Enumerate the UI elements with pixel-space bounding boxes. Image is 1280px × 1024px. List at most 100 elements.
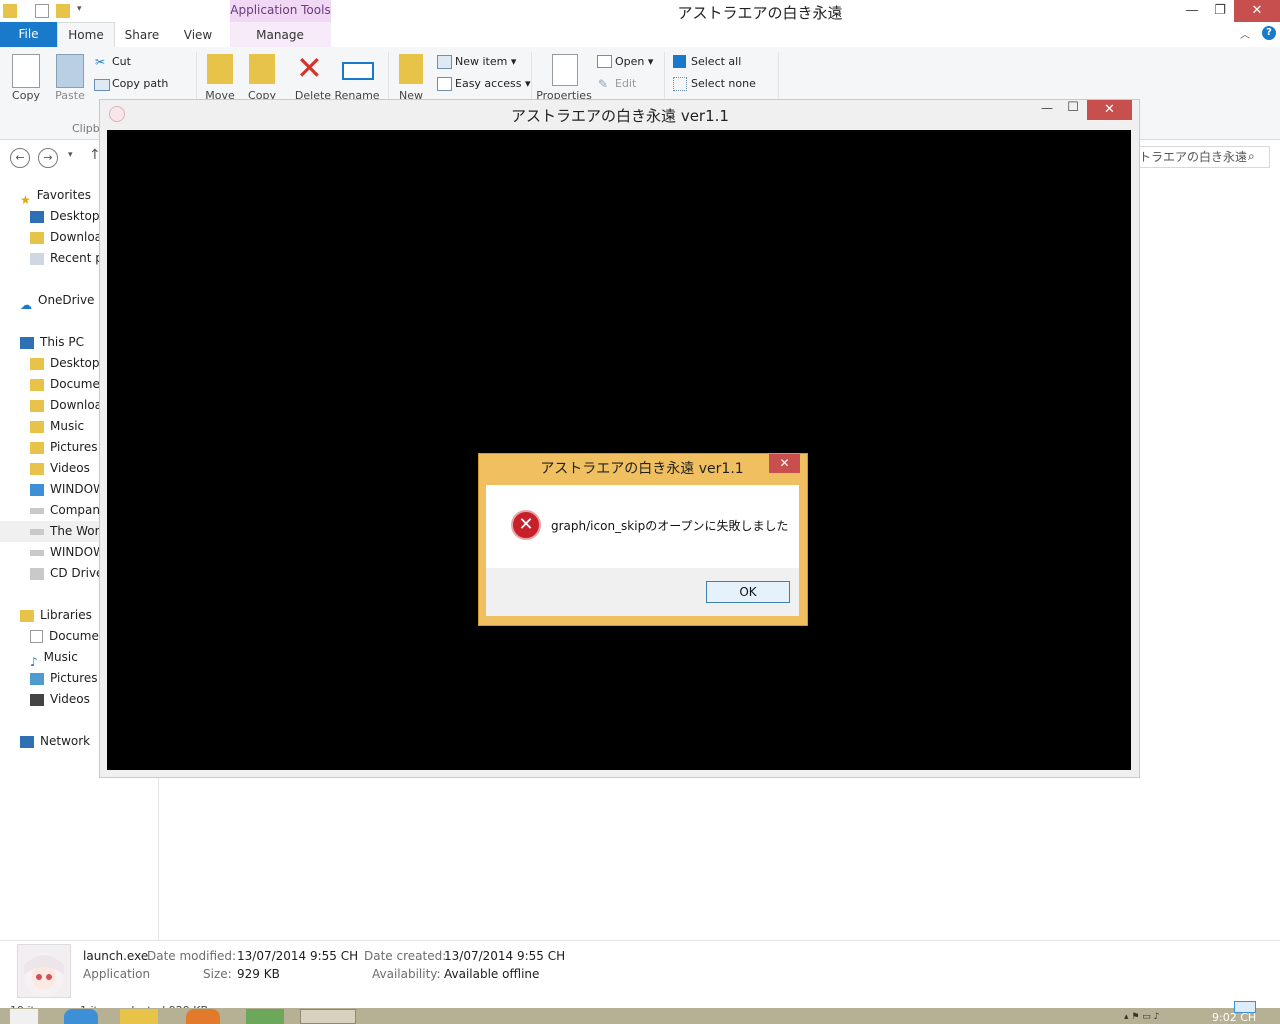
paste-icon: [56, 54, 84, 88]
show-desktop-icon[interactable]: [1234, 1001, 1256, 1013]
date-modified-value: 13/07/2014 9:55 CH: [237, 949, 359, 963]
select-all-button[interactable]: Select all: [691, 55, 741, 68]
explorer-taskbar-icon[interactable]: [120, 1009, 158, 1024]
documents-icon: [30, 630, 43, 643]
size-label: Size:: [203, 967, 232, 981]
film-icon: [30, 693, 44, 706]
star-icon: ★: [20, 192, 31, 207]
forward-icon[interactable]: →: [38, 148, 58, 168]
drive-icon: [30, 549, 44, 556]
file-name: launch.exe: [83, 949, 149, 963]
game-canvas[interactable]: [107, 130, 1131, 770]
recent-locations-icon[interactable]: ▾: [68, 150, 73, 160]
select-all-icon: [673, 55, 686, 68]
file-thumbnail: [17, 944, 71, 998]
music-note-icon: ♪: [30, 654, 38, 669]
move-to-icon: [207, 54, 233, 84]
explorer-restore-button[interactable]: ❐: [1206, 0, 1234, 22]
date-modified-label: Date modified:: [147, 949, 237, 963]
tab-file[interactable]: File: [0, 22, 57, 47]
downloads-folder-icon: [30, 399, 44, 412]
back-icon[interactable]: ←: [10, 148, 30, 168]
game-close-button[interactable]: ✕: [1087, 100, 1132, 120]
availability-label: Availability:: [372, 967, 441, 981]
libraries-icon: [20, 609, 34, 622]
explorer-minimize-button[interactable]: —: [1178, 0, 1206, 22]
copy-button[interactable]: Copy: [6, 89, 46, 102]
explorer-close-button[interactable]: ✕: [1234, 0, 1280, 22]
cd-drive-icon: [30, 567, 44, 580]
cut-button[interactable]: Cut: [112, 55, 131, 68]
edit-icon: ✎: [598, 77, 609, 91]
folder-icon: [30, 357, 44, 370]
edit-button[interactable]: Edit: [615, 77, 636, 90]
error-icon: ✕: [511, 510, 541, 540]
pictures-folder-icon: [30, 441, 44, 454]
ok-button[interactable]: OK: [706, 581, 790, 603]
properties-qat-icon[interactable]: [35, 4, 49, 18]
cut-icon: ✂: [95, 55, 106, 69]
size-value: 929 KB: [237, 967, 280, 981]
copy-to-icon: [249, 54, 275, 84]
explorer-window-title: アストラエアの白き永遠: [677, 4, 843, 22]
new-item-button[interactable]: New item ▾: [455, 55, 516, 68]
copy-icon: [12, 54, 40, 88]
application-tools-tab: Application Tools: [230, 0, 331, 22]
firefox-taskbar-icon[interactable]: [186, 1009, 220, 1024]
properties-icon: [552, 54, 578, 86]
paste-button[interactable]: Paste: [50, 89, 90, 102]
recent-places-icon: [30, 252, 44, 265]
cloud-icon: ☁: [20, 297, 32, 312]
folder-icon: [3, 4, 17, 18]
new-item-icon: [437, 55, 452, 69]
drive-icon: [30, 507, 44, 514]
app-taskbar-icon[interactable]: [246, 1009, 284, 1024]
tab-view[interactable]: View: [176, 24, 220, 46]
browser-taskbar-icon[interactable]: [64, 1009, 98, 1024]
computer-icon: [20, 336, 34, 349]
easy-access-button[interactable]: Easy access ▾: [455, 77, 531, 90]
availability-value: Available offline: [444, 967, 540, 981]
game-window-title: アストラエアの白き永遠 ver1.1: [511, 107, 729, 125]
dialog-message: graph/icon_skipのオープンに失敗しました: [551, 519, 789, 533]
qat-dropdown-icon[interactable]: ▾: [77, 4, 82, 14]
copy-path-button[interactable]: Copy path: [112, 77, 168, 90]
date-created-label: Date created:: [364, 949, 447, 963]
dialog-close-button[interactable]: ✕: [769, 454, 800, 473]
tab-manage[interactable]: Manage: [248, 24, 312, 46]
start-button[interactable]: [10, 1009, 38, 1024]
dialog-title: アストラエアの白き永遠 ver1.1: [540, 461, 744, 477]
rename-icon: [342, 62, 374, 80]
select-none-button[interactable]: Select none: [691, 77, 756, 90]
character-thumbnail-icon: [24, 953, 64, 997]
select-none-icon: [673, 77, 687, 91]
game-taskbar-icon[interactable]: [300, 1009, 356, 1024]
new-folder-qat-icon[interactable]: [56, 4, 70, 18]
drive-icon: [30, 528, 44, 535]
network-icon: [20, 735, 34, 748]
open-button[interactable]: Open ▾: [615, 55, 653, 68]
documents-folder-icon: [30, 378, 44, 391]
game-minimize-button[interactable]: —: [1036, 101, 1058, 115]
downloads-folder-icon: [30, 231, 44, 244]
open-icon: [597, 55, 612, 68]
help-icon[interactable]: ?: [1262, 26, 1276, 40]
new-folder-icon: [399, 54, 423, 84]
windows-drive-icon: [30, 483, 44, 496]
videos-folder-icon: [30, 462, 44, 475]
game-app-icon: [109, 106, 125, 122]
date-created-value: 13/07/2014 9:55 CH: [444, 949, 566, 963]
tab-home[interactable]: Home: [57, 22, 115, 48]
delete-icon: ✕: [296, 49, 323, 87]
ribbon-minimize-icon[interactable]: ︿: [1240, 26, 1250, 41]
game-maximize-button[interactable]: ☐: [1062, 100, 1084, 115]
search-icon[interactable]: ⌕: [1248, 149, 1255, 164]
file-type: Application: [83, 967, 151, 981]
tray-icons[interactable]: ▴ ⚑ ▭ ♪: [1124, 1012, 1184, 1024]
music-folder-icon: [30, 420, 44, 433]
pictures-icon: [30, 672, 44, 685]
desktop-icon: [30, 210, 44, 223]
tab-share[interactable]: Share: [118, 24, 166, 46]
easy-access-icon: [437, 77, 452, 91]
clipboard-group-label: Clipb: [72, 122, 100, 135]
